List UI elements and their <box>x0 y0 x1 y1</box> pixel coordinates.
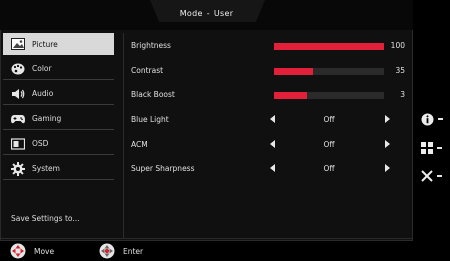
contrast-row[interactable]: Contrast 35 <box>131 60 411 82</box>
mode-title: Mode - User <box>0 9 413 18</box>
arrow-right-icon[interactable] <box>385 164 390 172</box>
sidebar-item-system[interactable]: System <box>3 158 114 180</box>
footer-move: Move <box>10 242 54 260</box>
sidebar-item-label: Gaming <box>32 114 62 123</box>
enter-label: Enter <box>123 246 144 256</box>
dpad-enter-icon <box>99 243 115 259</box>
hotkey-grid[interactable] <box>421 140 450 156</box>
brightness-slider-fill <box>274 43 384 50</box>
sidebar-item-color[interactable]: Color <box>3 58 114 80</box>
title-bar: Mode - User <box>0 0 413 30</box>
hotkey-dash <box>438 118 443 120</box>
blue-light-value: Off <box>323 115 335 124</box>
sidebar-item-label: Picture <box>32 39 58 49</box>
speaker-icon <box>10 87 26 101</box>
contrast-value: 35 <box>395 66 405 75</box>
footer-divider <box>0 238 413 239</box>
black-boost-value: 3 <box>400 90 405 99</box>
contrast-label: Contrast <box>131 66 164 75</box>
picture-icon <box>10 37 26 51</box>
gamepad-icon <box>10 112 26 126</box>
brightness-slider[interactable] <box>274 43 384 50</box>
hotkey-close[interactable] <box>421 168 450 184</box>
brightness-value: 100 <box>390 41 405 50</box>
mode-label: Mode <box>179 9 203 18</box>
acm-value: Off <box>323 140 335 149</box>
sidebar-item-label: System <box>32 164 60 173</box>
super-sharpness-row[interactable]: Super Sharpness Off <box>131 158 411 180</box>
arrow-left-icon[interactable] <box>270 115 275 123</box>
hotkey-dash <box>437 175 442 177</box>
brightness-row[interactable]: Brightness 100 <box>131 35 411 57</box>
arrow-left-icon[interactable] <box>270 140 275 148</box>
mode-separator: - <box>206 9 210 18</box>
sidebar-item-label: Color <box>32 64 52 73</box>
info-icon <box>421 113 434 125</box>
super-sharpness-label: Super Sharpness <box>131 164 195 173</box>
arrow-right-icon[interactable] <box>385 115 390 123</box>
hotkey-info[interactable] <box>421 111 450 127</box>
panel-divider <box>123 33 124 238</box>
contrast-slider[interactable] <box>274 68 384 75</box>
black-boost-label: Black Boost <box>131 90 175 99</box>
acm-row[interactable]: ACM Off <box>131 134 411 156</box>
sidebar-item-label: OSD <box>32 139 49 148</box>
black-boost-slider[interactable] <box>274 92 384 99</box>
save-settings-button[interactable]: Save Settings to... <box>11 214 80 223</box>
dpad-move-icon <box>10 243 26 259</box>
blue-light-label: Blue Light <box>131 115 169 124</box>
mode-value: User <box>213 9 234 18</box>
brightness-label: Brightness <box>131 41 171 50</box>
move-label: Move <box>34 246 55 256</box>
arrow-right-icon[interactable] <box>385 140 390 148</box>
blue-light-row[interactable]: Blue Light Off <box>131 109 411 131</box>
acm-label: ACM <box>131 140 148 149</box>
sidebar-item-audio[interactable]: Audio <box>3 83 114 105</box>
black-boost-row[interactable]: Black Boost 3 <box>131 84 411 106</box>
sidebar-item-gaming[interactable]: Gaming <box>3 108 114 130</box>
osd-icon <box>10 137 26 151</box>
sidebar-item-picture[interactable]: Picture <box>3 33 114 55</box>
palette-icon <box>10 62 26 76</box>
sidebar-item-osd[interactable]: OSD <box>3 133 114 155</box>
footer-enter: Enter <box>99 242 143 260</box>
contrast-slider-fill <box>274 68 313 75</box>
super-sharpness-value: Off <box>323 164 335 173</box>
black-boost-slider-fill <box>274 92 307 99</box>
arrow-left-icon[interactable] <box>270 164 275 172</box>
grid-icon <box>421 142 433 154</box>
close-icon <box>421 170 433 182</box>
sidebar-item-label: Audio <box>32 89 54 98</box>
hotkey-dash <box>437 147 442 149</box>
gear-icon <box>10 161 26 176</box>
